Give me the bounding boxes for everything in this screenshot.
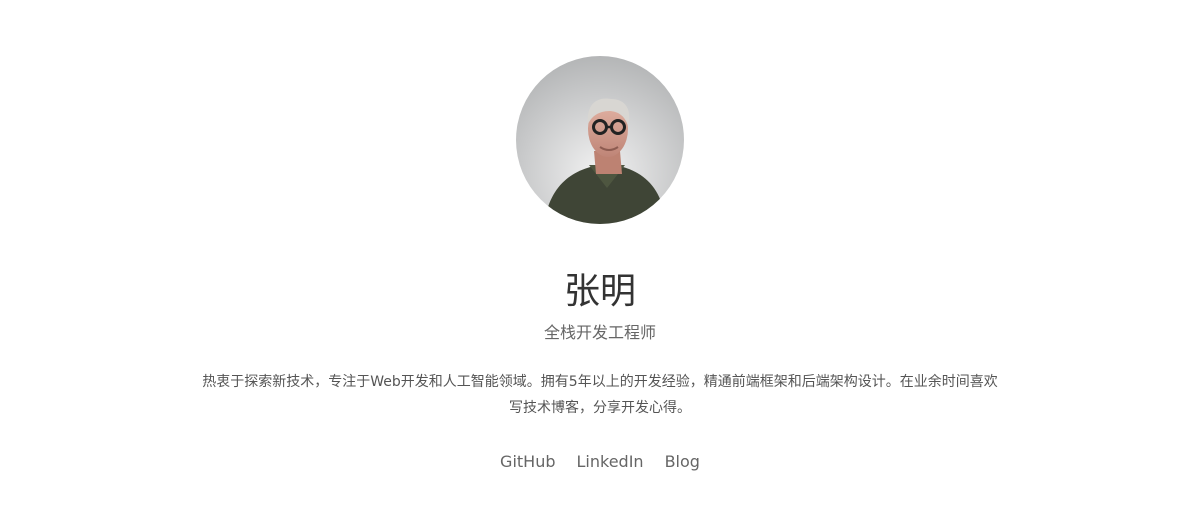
social-links: GitHub LinkedIn Blog — [0, 450, 1200, 474]
profile-name: 张明 — [563, 271, 636, 312]
linkedin-link[interactable]: LinkedIn — [577, 450, 644, 474]
avatar-photo — [544, 98, 666, 224]
profile-title: 全栈开发工程师 — [543, 323, 656, 342]
blog-link[interactable]: Blog — [665, 450, 700, 474]
profile-card: 张明 全栈开发工程师 热衷于探索新技术，专注于Web开发和人工智能领域。拥有5年… — [0, 0, 1200, 531]
profile-bio: 热衷于探索新技术，专注于Web开发和人工智能领域。拥有5年以上的开发经验，精通前… — [202, 374, 998, 416]
avatar — [516, 56, 684, 224]
github-link[interactable]: GitHub — [500, 450, 555, 474]
